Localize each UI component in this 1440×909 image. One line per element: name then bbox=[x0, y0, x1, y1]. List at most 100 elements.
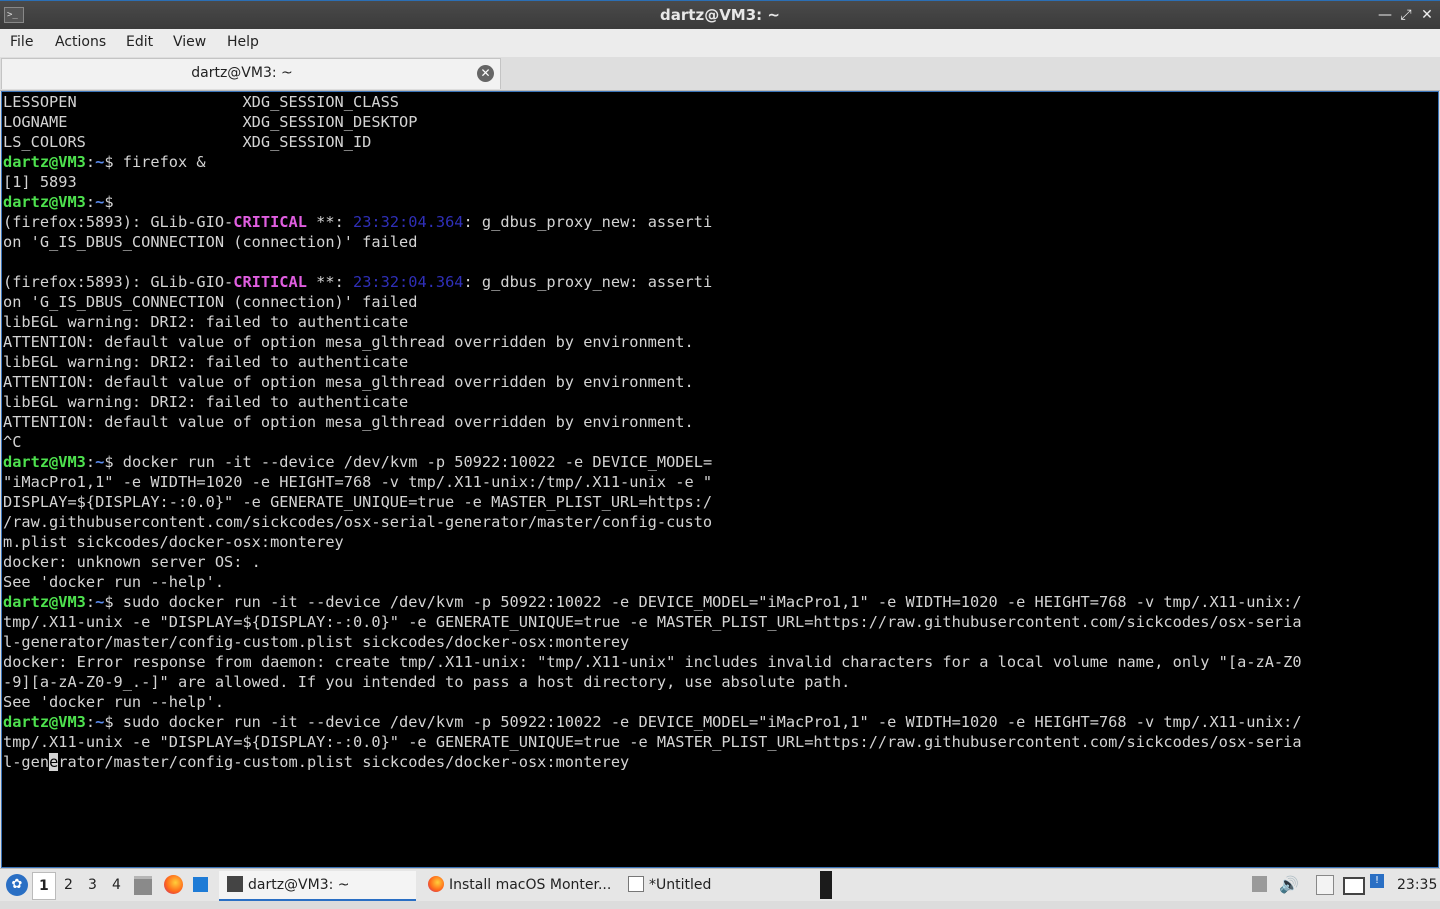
terminal-line: tmp/.X11-unix -e "DISPLAY=${DISPLAY:-:0.… bbox=[3, 613, 1302, 633]
terminal-text: ATTENTION: default value of option mesa_… bbox=[3, 333, 694, 351]
terminal-text: LS_COLORS XDG_SESSION_ID bbox=[3, 133, 372, 151]
text-cursor: e bbox=[49, 753, 59, 771]
menu-view[interactable]: View bbox=[173, 34, 206, 50]
terminal-line: dartz@VM3:~$ firefox & bbox=[3, 153, 1302, 173]
terminal-text: on 'G_IS_DBUS_CONNECTION (connection)' f… bbox=[3, 293, 418, 311]
terminal-line: libEGL warning: DRI2: failed to authenti… bbox=[3, 313, 1302, 333]
workspace-label: 1 bbox=[39, 878, 49, 894]
terminal-line: LS_COLORS XDG_SESSION_ID bbox=[3, 133, 1302, 153]
terminal-output[interactable]: LESSOPEN XDG_SESSION_CLASS LOGNAME XDG_SE… bbox=[1, 91, 1439, 868]
removable-drive-icon[interactable] bbox=[1252, 876, 1267, 892]
firefox-icon[interactable] bbox=[164, 875, 183, 894]
terminal-text: : bbox=[85, 453, 96, 471]
terminal-text: ~ bbox=[95, 193, 105, 211]
terminal-text: l-generator/master/config-custom.plist s… bbox=[3, 633, 630, 651]
terminal-text: tmp/.X11-unix -e "DISPLAY=${DISPLAY:-:0.… bbox=[3, 733, 1302, 751]
workspace-2[interactable]: 2 bbox=[64, 877, 73, 893]
desktop-icon[interactable] bbox=[193, 877, 208, 892]
terminal-line: libEGL warning: DRI2: failed to authenti… bbox=[3, 393, 1302, 413]
menu-help[interactable]: Help bbox=[227, 34, 259, 50]
start-menu-icon[interactable]: ✿ bbox=[6, 874, 28, 896]
terminal-text: ATTENTION: default value of option mesa_… bbox=[3, 373, 694, 391]
task-label: Install macOS Monter... bbox=[449, 877, 612, 893]
terminal-text: $ docker run -it --device /dev/kvm -p 50… bbox=[104, 453, 713, 471]
terminal-text: : bbox=[85, 713, 96, 731]
terminal-text: m.plist sickcodes/docker-osx:monterey bbox=[3, 533, 344, 551]
notification-icon[interactable]: ! bbox=[1370, 874, 1384, 888]
terminal-text: ~ bbox=[95, 153, 105, 171]
clock[interactable]: 23:35 bbox=[1397, 877, 1437, 909]
terminal-text: on 'G_IS_DBUS_CONNECTION (connection)' f… bbox=[3, 233, 418, 251]
terminal-line: DISPLAY=${DISPLAY:-:0.0}" -e GENERATE_UN… bbox=[3, 493, 1302, 513]
terminal-text: libEGL warning: DRI2: failed to authenti… bbox=[3, 393, 409, 411]
workspace-4[interactable]: 4 bbox=[112, 877, 121, 893]
network-icon[interactable] bbox=[1343, 877, 1365, 895]
terminal-text: DISPLAY=${DISPLAY:-:0.0}" -e GENERATE_UN… bbox=[3, 493, 713, 511]
terminal-text: libEGL warning: DRI2: failed to authenti… bbox=[3, 313, 409, 331]
terminal-line: dartz@VM3:~$ docker run -it --device /de… bbox=[3, 453, 1302, 473]
terminal-text: dartz@VM3 bbox=[3, 713, 86, 731]
task-label: dartz@VM3: ~ bbox=[248, 877, 350, 893]
terminal-text: dartz@VM3 bbox=[3, 593, 86, 611]
terminal-text: dartz@VM3 bbox=[3, 193, 86, 211]
terminal-text: **: bbox=[306, 213, 353, 231]
terminal-line: docker: Error response from daemon: crea… bbox=[3, 653, 1302, 673]
maximize-icon[interactable]: ⤢ bbox=[1397, 6, 1415, 24]
workspace-1[interactable]: 1 bbox=[32, 872, 56, 900]
menu-actions[interactable]: Actions bbox=[55, 34, 106, 50]
menu-edit[interactable]: Edit bbox=[126, 34, 153, 50]
terminal-text: See 'docker run --help'. bbox=[3, 573, 225, 591]
terminal-line: m.plist sickcodes/docker-osx:monterey bbox=[3, 533, 1302, 553]
clipboard-icon[interactable] bbox=[1316, 875, 1334, 895]
terminal-line: libEGL warning: DRI2: failed to authenti… bbox=[3, 353, 1302, 373]
menu-file[interactable]: File bbox=[10, 34, 33, 50]
terminal-text: $ sudo docker run -it --device /dev/kvm … bbox=[104, 713, 1302, 731]
terminal-text: LOGNAME XDG_SESSION_DESKTOP bbox=[3, 113, 418, 131]
text-editor-icon bbox=[628, 876, 644, 892]
terminal-text: dartz@VM3 bbox=[3, 453, 86, 471]
close-icon[interactable]: ✕ bbox=[477, 65, 494, 82]
terminal-line: l-generator/master/config-custom.plist s… bbox=[3, 753, 1302, 773]
terminal-line: dartz@VM3:~$ bbox=[3, 193, 1302, 213]
volume-icon[interactable]: 🔊 bbox=[1279, 875, 1299, 907]
terminal-text: (firefox:5893): GLib-GIO- bbox=[3, 213, 234, 231]
terminal-line: ^C bbox=[3, 433, 1302, 453]
terminal-text: [1] 5893 bbox=[3, 173, 77, 191]
terminal-line: ATTENTION: default value of option mesa_… bbox=[3, 333, 1302, 353]
firefox-icon bbox=[428, 876, 444, 892]
task-terminal[interactable]: dartz@VM3: ~ bbox=[219, 871, 416, 901]
terminal-line: dartz@VM3:~$ sudo docker run -it --devic… bbox=[3, 713, 1302, 733]
terminal-text: (firefox:5893): GLib-GIO- bbox=[3, 273, 234, 291]
workspace-3[interactable]: 3 bbox=[88, 877, 97, 893]
tab-bar: dartz@VM3: ~ ✕ bbox=[0, 57, 1440, 91]
terminal-line: l-generator/master/config-custom.plist s… bbox=[3, 633, 1302, 653]
terminal-text: ^C bbox=[3, 433, 22, 451]
terminal-text: : g_dbus_proxy_new: asserti bbox=[463, 273, 713, 291]
terminal-line: See 'docker run --help'. bbox=[3, 573, 1302, 593]
terminal-text: tmp/.X11-unix -e "DISPLAY=${DISPLAY:-:0.… bbox=[3, 613, 1302, 631]
window-titlebar[interactable]: >_ dartz@VM3: ~ — ⤢ ✕ bbox=[0, 0, 1440, 30]
terminal-line: [1] 5893 bbox=[3, 173, 1302, 193]
terminal-text: 23:32:04.364 bbox=[353, 273, 464, 291]
task-text-editor[interactable]: *Untitled bbox=[620, 871, 816, 899]
taskbar: ✿ 1 2 3 4 dartz@VM3: ~ Install macOS Mon… bbox=[0, 868, 1440, 901]
terminal-line: (firefox:5893): GLib-GIO-CRITICAL **: 23… bbox=[3, 213, 1302, 233]
terminal-text: **: bbox=[306, 273, 353, 291]
terminal-tab[interactable]: dartz@VM3: ~ ✕ bbox=[1, 58, 501, 89]
terminal-text: LESSOPEN XDG_SESSION_CLASS bbox=[3, 93, 400, 111]
terminal-line: on 'G_IS_DBUS_CONNECTION (connection)' f… bbox=[3, 233, 1302, 253]
terminal-text: l-gen bbox=[3, 753, 50, 771]
terminal-text: rator/master/config-custom.plist sickcod… bbox=[58, 753, 630, 771]
task-firefox[interactable]: Install macOS Monter... bbox=[420, 871, 616, 899]
terminal-lines: LESSOPEN XDG_SESSION_CLASS LOGNAME XDG_SE… bbox=[3, 93, 1302, 773]
minimize-icon[interactable]: — bbox=[1376, 6, 1394, 24]
file-manager-icon[interactable] bbox=[134, 876, 152, 895]
terminal-text: : g_dbus_proxy_new: asserti bbox=[463, 213, 713, 231]
terminal-text: "iMacPro1,1" -e WIDTH=1020 -e HEIGHT=768… bbox=[3, 473, 713, 491]
terminal-text: ~ bbox=[95, 713, 105, 731]
terminal-icon bbox=[227, 876, 243, 892]
terminal-line: LESSOPEN XDG_SESSION_CLASS bbox=[3, 93, 1302, 113]
terminal-text: : bbox=[85, 193, 96, 211]
close-icon[interactable]: ✕ bbox=[1418, 6, 1436, 24]
terminal-text: libEGL warning: DRI2: failed to authenti… bbox=[3, 353, 409, 371]
